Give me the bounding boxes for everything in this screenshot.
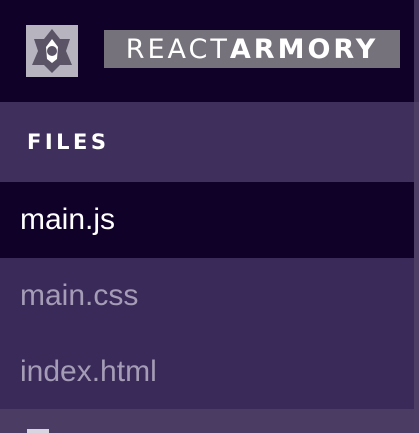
file-item-label: main.js: [20, 203, 116, 236]
files-header-label: FILES: [27, 130, 110, 154]
file-item-main-js[interactable]: main.js: [0, 182, 414, 258]
footer-edge: [27, 429, 49, 433]
file-item-label: main.css: [20, 279, 139, 312]
files-section-header: FILES: [0, 102, 414, 182]
brand-wordmark: REACT ARMORY: [104, 30, 400, 68]
brand-bar: REACT ARMORY: [0, 0, 414, 102]
file-item-index-html[interactable]: index.html: [0, 334, 414, 410]
sidebar-divider: [414, 102, 419, 433]
file-item-label: index.html: [20, 355, 157, 388]
sidebar-footer: [0, 409, 414, 433]
file-sidebar: REACT ARMORY FILES main.js main.css index…: [0, 0, 414, 433]
wordmark-light: REACT: [125, 33, 230, 65]
react-armory-logo-icon: [26, 25, 78, 77]
wordmark-bold: ARMORY: [229, 33, 379, 65]
file-item-main-css[interactable]: main.css: [0, 258, 414, 334]
